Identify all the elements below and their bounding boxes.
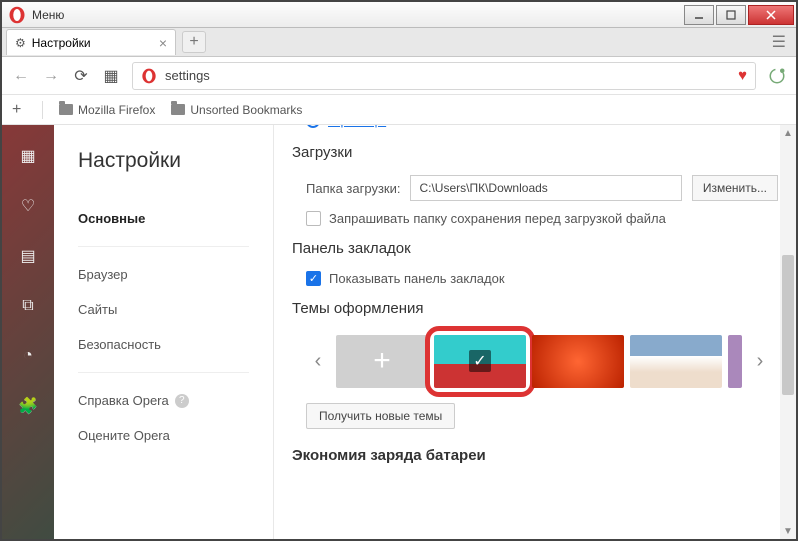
theme-add-card[interactable]: +: [336, 335, 428, 388]
carousel-next-button[interactable]: ›: [748, 331, 772, 391]
tab-settings[interactable]: ⚙ Настройки ×: [6, 29, 176, 55]
new-tab-button[interactable]: +: [182, 31, 206, 53]
get-more-themes-button[interactable]: Получить новые темы: [306, 403, 455, 429]
tab-strip: ⚙ Настройки × + ☰: [2, 28, 796, 57]
theme-card[interactable]: [532, 335, 624, 388]
theme-card[interactable]: [728, 335, 742, 388]
scroll-down-icon[interactable]: ▼: [780, 523, 796, 539]
reload-button[interactable]: ⟳: [72, 67, 90, 85]
checkbox-unchecked-icon: [306, 211, 321, 226]
divider: [42, 101, 43, 119]
change-folder-button[interactable]: Изменить...: [692, 175, 778, 201]
bookmarks-bar: + Mozilla Firefox Unsorted Bookmarks: [2, 95, 796, 125]
tabs-icon[interactable]: ⧉: [17, 295, 39, 317]
sidebar-item-browser[interactable]: Браузер: [78, 257, 273, 292]
section-downloads-title: Загрузки: [292, 144, 778, 161]
help-icon: ?: [175, 394, 189, 408]
download-folder-label: Папка загрузки:: [306, 181, 400, 196]
checkmark-icon: ✓: [469, 350, 491, 372]
checkbox-label: Запрашивать папку сохранения перед загру…: [329, 211, 666, 226]
speed-dial-icon[interactable]: ▦: [17, 145, 39, 167]
sync-icon[interactable]: [768, 67, 786, 85]
close-button[interactable]: [748, 5, 794, 25]
sidebar-item-security[interactable]: Безопасность: [78, 327, 273, 362]
checkbox-checked-icon: [306, 271, 321, 286]
minimize-button[interactable]: [684, 5, 714, 25]
forward-button[interactable]: →: [42, 67, 60, 85]
checkbox-label: Показывать панель закладок: [329, 271, 505, 286]
startup-radio-row[interactable]: страницы: [292, 125, 778, 128]
opera-badge-icon: [141, 68, 157, 84]
themes-carousel: ‹ + ✓ ›: [292, 331, 778, 391]
sidebar-toggle-icon[interactable]: ☰: [772, 32, 786, 52]
extensions-icon[interactable]: 🧩: [17, 395, 39, 417]
bookmarks-heart-icon[interactable]: ♡: [17, 195, 39, 217]
add-bookmark-button[interactable]: +: [12, 101, 26, 119]
theme-card[interactable]: [630, 335, 722, 388]
ask-save-checkbox-row[interactable]: Запрашивать папку сохранения перед загру…: [292, 211, 778, 226]
content-area: ▦ ♡ ▤ ⧉ ◔ 🧩 Настройки Основные Браузер С…: [2, 125, 796, 539]
sidebar-item-label: Справка Opera: [78, 393, 169, 408]
sidebar-rail: ▦ ♡ ▤ ⧉ ◔ 🧩: [2, 125, 54, 539]
download-folder-input[interactable]: [410, 175, 681, 201]
page-title: Настройки: [78, 149, 273, 173]
address-bar[interactable]: ♥: [132, 62, 756, 90]
toolbar: ← → ⟳ ▦ ♥: [2, 57, 796, 95]
section-themes-title: Темы оформления: [292, 300, 778, 317]
theme-card-selected[interactable]: ✓: [434, 335, 526, 388]
settings-pane: страницы Загрузки Папка загрузки: Измени…: [274, 125, 796, 539]
scrollbar[interactable]: ▲ ▼: [780, 125, 796, 539]
divider: [78, 246, 249, 247]
section-battery-title: Экономия заряда батареи: [292, 447, 778, 464]
maximize-button[interactable]: [716, 5, 746, 25]
news-icon[interactable]: ▤: [17, 245, 39, 267]
show-bookmarkbar-checkbox-row[interactable]: Показывать панель закладок: [292, 271, 778, 286]
bookmark-folder-label: Mozilla Firefox: [78, 103, 155, 117]
divider: [78, 372, 249, 373]
sidebar-item-help[interactable]: Справка Opera ?: [78, 383, 273, 418]
bookmark-folder[interactable]: Unsorted Bookmarks: [171, 103, 302, 117]
back-button[interactable]: ←: [12, 67, 30, 85]
opera-logo-icon: [8, 6, 26, 24]
sidebar-item-sites[interactable]: Сайты: [78, 292, 273, 327]
menu-button[interactable]: Меню: [32, 8, 64, 22]
window-titlebar: Меню: [2, 2, 796, 28]
radio-selected-icon: [306, 125, 320, 128]
gear-icon: ⚙: [15, 36, 26, 50]
bookmark-folder-label: Unsorted Bookmarks: [190, 103, 302, 117]
section-bookmarkbar-title: Панель закладок: [292, 240, 778, 257]
carousel-prev-button[interactable]: ‹: [306, 331, 330, 391]
set-pages-link[interactable]: страницы: [328, 125, 386, 128]
bookmark-folder[interactable]: Mozilla Firefox: [59, 103, 155, 117]
tab-close-icon[interactable]: ×: [159, 35, 167, 51]
plus-icon: +: [373, 344, 391, 378]
scrollbar-thumb[interactable]: [782, 255, 794, 395]
folder-icon: [171, 104, 185, 115]
folder-icon: [59, 104, 73, 115]
sidebar-item-basic[interactable]: Основные: [78, 201, 273, 236]
tab-title: Настройки: [32, 36, 91, 50]
sidebar-item-rate[interactable]: Оцените Opera: [78, 418, 273, 453]
address-input[interactable]: [165, 68, 730, 83]
settings-sidebar: Настройки Основные Браузер Сайты Безопас…: [54, 125, 274, 539]
heart-icon[interactable]: ♥: [738, 67, 747, 84]
speed-dial-button[interactable]: ▦: [102, 67, 120, 85]
history-icon[interactable]: ◔: [17, 345, 39, 367]
startup-radio-label: страницы: [328, 125, 386, 128]
scroll-up-icon[interactable]: ▲: [780, 125, 796, 141]
